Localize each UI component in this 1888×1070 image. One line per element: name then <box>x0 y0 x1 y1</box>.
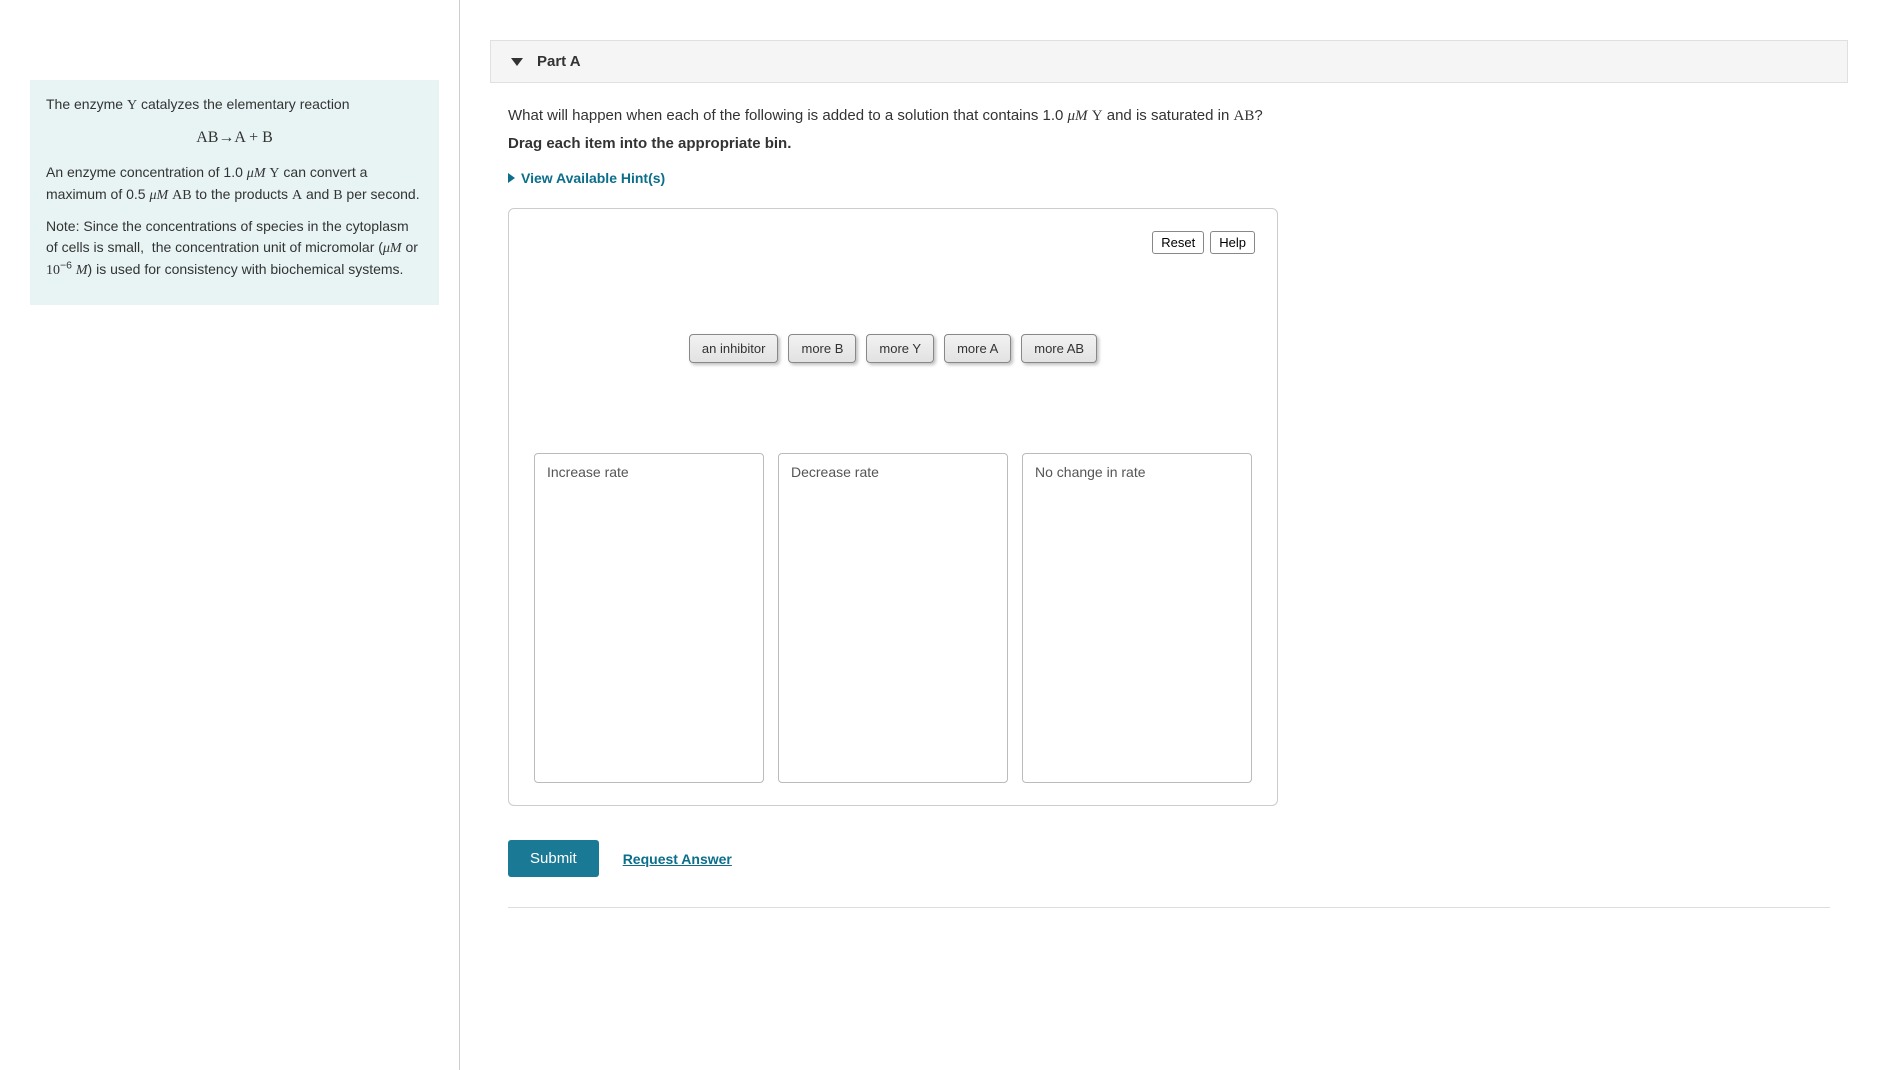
part-a-header[interactable]: Part A <box>490 40 1848 83</box>
text: The enzyme <box>46 96 127 112</box>
request-answer-link[interactable]: Request Answer <box>623 851 732 867</box>
bin-label: Increase rate <box>547 464 629 480</box>
intro-line: The enzyme Y catalyzes the elementary re… <box>46 94 423 116</box>
hints-label: View Available Hint(s) <box>521 170 665 186</box>
enzyme-convert-text: An enzyme concentration of 1.0 μM Y can … <box>46 162 423 206</box>
drag-item-inhibitor[interactable]: an inhibitor <box>689 334 779 363</box>
instruction-text: Drag each item into the appropriate bin. <box>508 135 1830 152</box>
bin-increase-rate[interactable]: Increase rate <box>534 453 764 783</box>
bin-label: Decrease rate <box>791 464 879 480</box>
question-text: What will happen when each of the follow… <box>508 107 1830 125</box>
part-title: Part A <box>537 53 581 70</box>
drag-item-more-b[interactable]: more B <box>788 334 856 363</box>
info-box: The enzyme Y catalyzes the elementary re… <box>30 80 439 305</box>
drag-item-more-ab[interactable]: more AB <box>1021 334 1097 363</box>
chevron-right-icon <box>508 173 515 183</box>
drag-item-more-y[interactable]: more Y <box>866 334 934 363</box>
note-text: Note: Since the concentrations of specie… <box>46 216 423 281</box>
bin-label: No change in rate <box>1035 464 1146 480</box>
drag-items-row: an inhibitor more B more Y more A more A… <box>531 334 1255 363</box>
reset-button[interactable]: Reset <box>1152 231 1204 254</box>
question-panel: Part A What will happen when each of the… <box>460 0 1888 1070</box>
bin-no-change[interactable]: No change in rate <box>1022 453 1252 783</box>
info-panel: The enzyme Y catalyzes the elementary re… <box>0 0 460 1070</box>
text: catalyzes the elementary reaction <box>137 96 349 112</box>
help-button[interactable]: Help <box>1210 231 1255 254</box>
enzyme-symbol: Y <box>127 98 137 113</box>
submit-button[interactable]: Submit <box>508 840 599 877</box>
drag-item-more-a[interactable]: more A <box>944 334 1011 363</box>
bins-row: Increase rate Decrease rate No change in… <box>531 453 1255 783</box>
reaction-equation: AB→A + B <box>46 126 423 150</box>
bin-decrease-rate[interactable]: Decrease rate <box>778 453 1008 783</box>
divider <box>508 907 1830 908</box>
view-hints-link[interactable]: View Available Hint(s) <box>508 170 1830 186</box>
chevron-down-icon <box>511 58 523 66</box>
drag-drop-activity: Reset Help an inhibitor more B more Y mo… <box>508 208 1278 806</box>
